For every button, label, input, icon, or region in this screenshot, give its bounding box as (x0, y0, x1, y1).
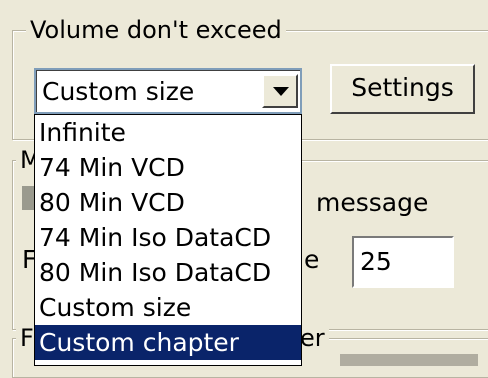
dropdown-item-74-min-iso-datacd[interactable]: 74 Min Iso DataCD (35, 220, 301, 255)
combo-selected-value: Custom size (42, 77, 195, 106)
count-label-fragment-end: e (304, 245, 320, 274)
count-input[interactable]: 25 (352, 236, 454, 288)
dropdown-item-80-min-iso-datacd[interactable]: 80 Min Iso DataCD (35, 255, 301, 290)
dropdown-item-custom-size[interactable]: Custom size (35, 290, 301, 325)
volume-groupbox-legend: Volume don't exceed (26, 16, 286, 44)
dropdown-item-74-min-vcd[interactable]: 74 Min VCD (35, 150, 301, 185)
message-label: message (316, 188, 429, 217)
volume-size-combo[interactable]: Custom size (34, 68, 302, 114)
settings-button[interactable]: Settings (330, 64, 475, 114)
control-fragment (340, 354, 478, 366)
chevron-down-icon[interactable] (262, 74, 298, 108)
checkbox-fragment[interactable] (22, 186, 34, 210)
dropdown-item-infinite[interactable]: Infinite (35, 115, 301, 150)
volume-size-dropdown[interactable]: Infinite 74 Min VCD 80 Min VCD 74 Min Is… (34, 114, 302, 366)
dropdown-item-custom-chapter[interactable]: Custom chapter (35, 325, 301, 360)
dropdown-item-80-min-vcd[interactable]: 80 Min VCD (35, 185, 301, 220)
